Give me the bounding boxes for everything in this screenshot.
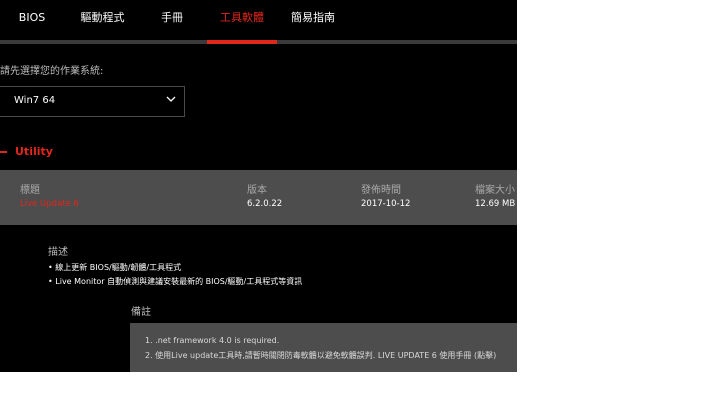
- remark-item: 2. 使用Live update工具時,請暫時關閉防毒軟體以避免軟體誤判. LI…: [145, 351, 497, 360]
- category-title: Utility: [15, 145, 53, 158]
- download-panel: BIOS 驅動程式 手冊 工具軟體 簡易指南 請先選擇您的作業系統: Win7 …: [0, 0, 517, 372]
- download-link[interactable]: Live Update 6: [20, 199, 79, 209]
- description-title: 描述: [48, 247, 68, 258]
- header-size: 檔案大小: [475, 185, 515, 196]
- description-item: • 線上更新 BIOS/驅動/韌體/工具程式: [48, 263, 182, 272]
- tab-bios[interactable]: BIOS: [9, 0, 55, 40]
- tab-utilities[interactable]: 工具軟體: [207, 0, 277, 40]
- utility-table: 標題 版本 發佈時間 檔案大小 Live Update 6 6.2.0.22 2…: [0, 170, 517, 225]
- chevron-down-icon: [166, 96, 176, 102]
- active-tab-indicator: [207, 40, 277, 44]
- cell-size: 12.69 MB: [475, 199, 516, 209]
- header-version: 版本: [247, 185, 267, 196]
- header-date: 發佈時間: [361, 185, 401, 196]
- remarks-box: 1. .net framework 4.0 is required. 2. 使用…: [130, 323, 517, 372]
- cell-version: 6.2.0.22: [247, 199, 283, 209]
- cell-date: 2017-10-12: [361, 199, 411, 209]
- os-selected-value: Win7 64: [14, 95, 56, 106]
- remark-item: 1. .net framework 4.0 is required.: [145, 336, 280, 345]
- os-dropdown[interactable]: Win7 64: [0, 86, 185, 117]
- remarks-title: 備註: [131, 307, 151, 318]
- description-item: • Live Monitor 自動偵測與建議安裝最新的 BIOS/驅動/工具程式…: [48, 277, 303, 286]
- tab-quick-guide[interactable]: 簡易指南: [282, 0, 344, 40]
- os-select-label: 請先選擇您的作業系統:: [0, 66, 104, 77]
- category-marker: [0, 151, 7, 153]
- tab-drivers[interactable]: 驅動程式: [70, 0, 135, 40]
- tab-manuals[interactable]: 手冊: [148, 0, 196, 40]
- tab-bar: BIOS 驅動程式 手冊 工具軟體 簡易指南: [0, 0, 517, 40]
- header-title: 標題: [20, 185, 40, 196]
